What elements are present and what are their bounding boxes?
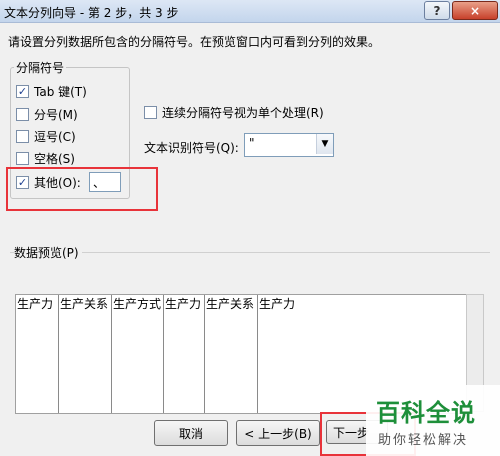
preview-column[interactable]: 生产关系 [205,295,258,413]
consecutive-checkbox[interactable]: 连续分隔符号视为单个处理(R) [144,104,324,121]
watermark: 百科全说 助你轻松解决 [366,385,500,456]
space-checkbox-label: 空格(S) [34,151,75,166]
checkbox-box [144,106,157,119]
instruction-text: 请设置分列数据所包含的分隔符号。在预览窗口内可看到分列的效果。 [8,35,381,49]
preview-divider [10,252,490,253]
delimiters-group-label: 分隔符号 [14,59,67,76]
preview-label: 数据预览(P) [14,244,82,261]
watermark-logo-text: 百科全说 [376,399,476,427]
watermark-slogan: 助你轻松解决 [378,433,469,448]
preview-column[interactable]: 生产方式 [112,295,164,413]
preview-column[interactable]: 生产力 [16,295,59,413]
chevron-down-icon[interactable]: ▼ [316,134,333,154]
checkbox-box [16,151,29,165]
check-icon: ✓ [16,84,29,98]
checkbox-box [16,129,29,143]
help-button[interactable]: ? [424,1,450,20]
help-icon: ? [433,3,441,18]
qualifier-label: 文本识别符号(Q): [144,141,239,155]
semicolon-checkbox[interactable]: 分号(M) [16,105,78,123]
qualifier-value: " [249,136,255,150]
tab-checkbox[interactable]: ✓ Tab 键(T) [16,82,87,100]
preview-column[interactable]: 生产力 [258,295,318,413]
semicolon-checkbox-label: 分号(M) [34,107,78,122]
highlight-box-other [6,167,158,211]
back-button[interactable]: < 上一步(B) [236,420,320,446]
comma-checkbox-label: 逗号(C) [34,129,76,144]
close-button[interactable]: × [452,1,498,20]
consecutive-checkbox-label: 连续分隔符号视为单个处理(R) [162,106,324,120]
space-checkbox[interactable]: 空格(S) [16,149,75,167]
preview-column[interactable]: 生产关系 [59,295,112,413]
qualifier-select[interactable]: " ▼ [244,133,334,157]
close-icon: × [469,3,481,18]
window-title: 文本分列向导 - 第 2 步，共 3 步 [4,6,179,20]
comma-checkbox[interactable]: 逗号(C) [16,127,76,145]
tab-checkbox-label: Tab 键(T) [34,84,87,99]
cancel-button[interactable]: 取消 [154,420,228,446]
preview-column[interactable]: 生产力 [164,295,205,413]
checkbox-box [16,107,29,121]
